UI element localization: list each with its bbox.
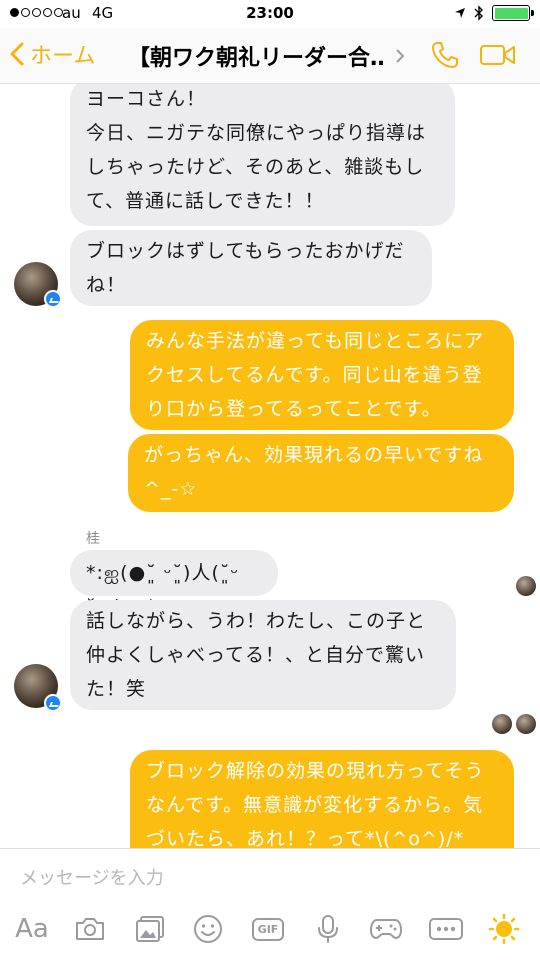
sticker-button[interactable] (188, 909, 228, 949)
message-bubble-incoming[interactable]: ヨーコさん！ 今日、ニガテな同僚にやっぱり指導は しちゃったけど、そのあと、雑談… (70, 84, 455, 226)
camera-icon (76, 918, 104, 940)
battery-icon (492, 5, 534, 21)
messenger-badge-icon (44, 694, 62, 712)
message-bubble-outgoing[interactable]: ブロック解除の効果の現れ方ってそう なんです。無意識が変化するから。気 づいたら… (130, 750, 514, 848)
read-receipt-avatar (516, 714, 536, 734)
message-input[interactable] (10, 861, 530, 895)
composer-toolbar: Aa GIF (0, 909, 540, 953)
message-bubble-incoming[interactable]: *:ஐ(●˘͈ ᵕ˘͈)人(˘͈ᵕ ˘͈●)ஐ:* (70, 550, 278, 618)
quick-reaction-button[interactable] (484, 909, 524, 949)
smiley-icon (194, 915, 222, 943)
voice-record-button[interactable] (308, 909, 348, 949)
message-list[interactable]: ヨーコさん！ 今日、ニガテな同僚にやっぱり指導は しちゃったけど、そのあと、雑談… (0, 84, 540, 848)
video-call-button[interactable] (480, 44, 516, 70)
status-bar: au 4G 23:00 (0, 0, 540, 28)
chevron-right-icon (396, 49, 404, 63)
more-options-button[interactable] (426, 909, 466, 949)
message-bubble-outgoing[interactable]: がっちゃん、効果現れるの早いですね ^_-☆ (128, 434, 514, 512)
read-receipt-avatar (492, 714, 512, 734)
back-label: ホーム (30, 44, 96, 69)
aa-label: Aa (15, 914, 49, 944)
game-controller-icon (369, 919, 403, 940)
text-format-button[interactable]: Aa (10, 909, 54, 949)
phone-icon (432, 42, 458, 68)
composer: Aa GIF (0, 848, 540, 960)
messenger-badge-icon (44, 290, 62, 308)
sender-name: 桂 (86, 531, 100, 547)
call-button[interactable] (430, 40, 460, 74)
location-icon (455, 8, 465, 18)
message-bubble-outgoing[interactable]: みんな手法が違っても同じところにア クセスしてるんです。同じ山を違う登 り口から… (130, 320, 514, 430)
microphone-icon (318, 915, 338, 943)
page-title: 【朝ワク朝礼リーダー合… (128, 46, 386, 71)
bluetooth-icon (474, 5, 483, 21)
sun-icon (488, 913, 520, 945)
status-icons (454, 5, 534, 21)
gif-label: GIF (251, 917, 285, 941)
gallery-icon (136, 916, 164, 942)
back-button[interactable]: ホーム (10, 38, 95, 70)
conversation-title-button[interactable]: 【朝ワク朝礼リーダー合… (128, 40, 404, 72)
more-icon (429, 918, 463, 940)
read-receipt-avatar (516, 576, 536, 596)
video-camera-icon (480, 45, 515, 65)
message-bubble-incoming[interactable]: 話しながら、うわ！わたし、この子と 仲よくしゃべってる！、と自分で驚い た！笑 (70, 600, 456, 710)
photo-gallery-button[interactable] (130, 909, 170, 949)
camera-button[interactable] (70, 909, 110, 949)
nav-bar: ホーム 【朝ワク朝礼リーダー合… (0, 28, 540, 84)
gif-button[interactable]: GIF (248, 909, 288, 949)
games-button[interactable] (366, 909, 406, 949)
chevron-left-icon (10, 42, 24, 66)
message-bubble-incoming[interactable]: ブロックはずしてもらったおかげだ ね！ (70, 230, 432, 306)
